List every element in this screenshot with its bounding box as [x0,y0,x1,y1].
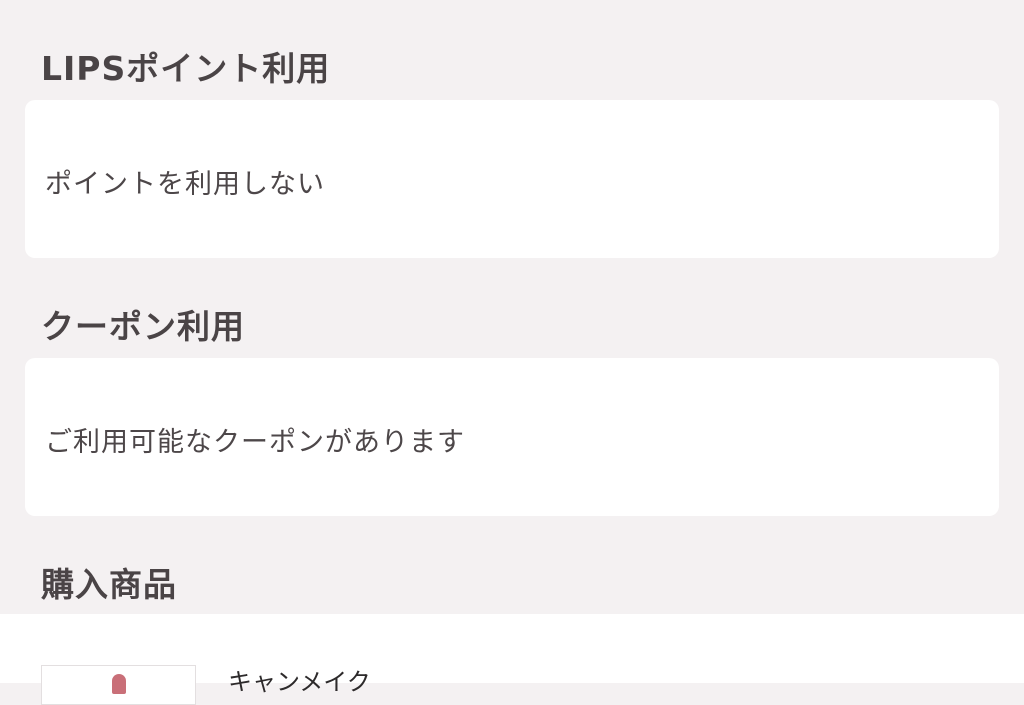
coupon-section-title: クーポン利用 [41,307,245,346]
points-section-title: LIPSポイント利用 [41,49,331,88]
points-option-card[interactable]: ポイントを利用しない [25,100,999,258]
points-option-label: ポイントを利用しない [45,169,325,200]
lipstick-image [112,674,126,694]
coupon-option-card[interactable]: ご利用可能なクーポンがあります [25,358,999,516]
product-thumbnail [41,665,196,705]
product-list-item[interactable]: キャンメイク [0,614,1024,705]
product-brand-name: キャンメイク [228,668,371,696]
coupon-option-label: ご利用可能なクーポンがあります [45,427,465,458]
products-section-title: 購入商品 [41,565,177,604]
